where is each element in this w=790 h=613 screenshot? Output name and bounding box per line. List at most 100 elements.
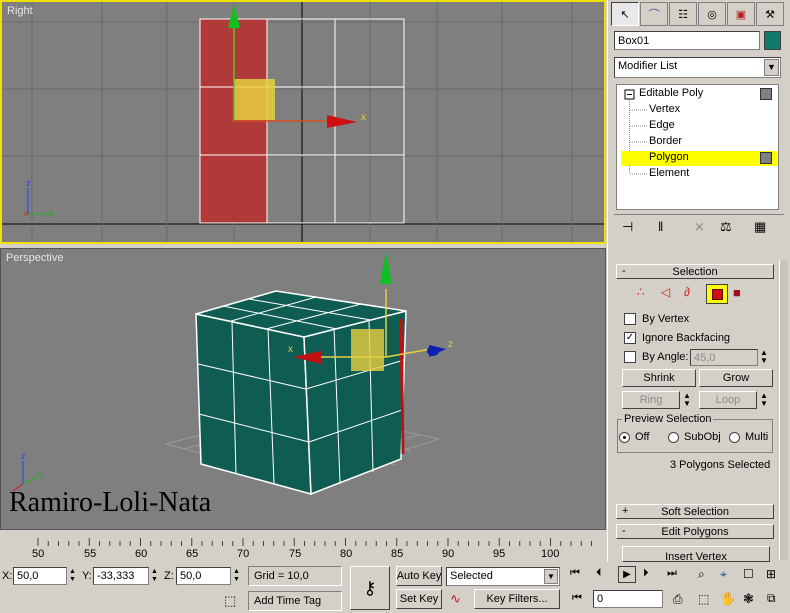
selection-rollout-header[interactable]: - Selection: [616, 264, 774, 279]
goto-start-icon[interactable]: ⏮: [570, 567, 580, 580]
stack-item-vertex[interactable]: Vertex: [649, 103, 680, 115]
region-zoom-icon[interactable]: ⬚: [698, 592, 709, 606]
by-angle-checkbox[interactable]: [624, 351, 636, 363]
ring-button[interactable]: Ring: [622, 391, 680, 409]
preview-multi-radio[interactable]: [729, 432, 740, 443]
polygon-select-icon[interactable]: [706, 284, 728, 304]
show-end-result-icon[interactable]: ‖: [658, 219, 663, 234]
by-angle-label: By Angle:: [642, 351, 689, 363]
panel-scrollbar[interactable]: [779, 260, 788, 560]
set-key-mode-button[interactable]: ⚷: [350, 566, 390, 610]
angle-spinner-arrows-icon[interactable]: ▲ ▼: [760, 349, 768, 365]
cube-front: [195, 313, 312, 495]
preview-off-radio[interactable]: [619, 432, 630, 443]
timeline-tick-95: 95: [493, 548, 506, 560]
time-config-icon[interactable]: ⎙: [673, 592, 683, 607]
zoom-extents-all-icon[interactable]: ⊞: [766, 567, 776, 581]
set-key-button[interactable]: Set Key: [396, 589, 442, 609]
add-time-tag-area[interactable]: Add Time Tag: [248, 591, 342, 611]
ignore-backfacing-checkbox[interactable]: ✓: [624, 332, 636, 344]
edge-select-icon[interactable]: ◁: [661, 285, 670, 299]
display-icon: ▣: [735, 8, 747, 21]
status-bar: X: 50,0 ▲ ▼ Y: -33,333 ▲ ▼ Z: 50,0 ▲ ▼ Grid…: [0, 562, 790, 613]
x-spinner-icon[interactable]: ▲ ▼: [69, 568, 76, 584]
pan-icon[interactable]: ✋: [720, 591, 736, 607]
soft-selection-rollout-header[interactable]: + Soft Selection: [616, 504, 774, 519]
key-filters-button[interactable]: Key Filters...: [474, 589, 560, 609]
grow-button[interactable]: Grow: [699, 369, 773, 387]
shrink-button[interactable]: Shrink: [622, 369, 696, 387]
chevron-down-icon[interactable]: ▼: [764, 59, 779, 76]
goto-end-icon[interactable]: ⏭: [667, 567, 677, 580]
element-select-icon[interactable]: ■: [733, 285, 741, 300]
stack-item-polygon[interactable]: Polygon: [649, 151, 689, 163]
stack-tree-lines: [624, 89, 647, 175]
ring-spinner-icon[interactable]: ▲ ▼: [683, 392, 691, 408]
pin-stack-icon[interactable]: ⊣: [622, 219, 633, 235]
chevron-down-icon[interactable]: ▼: [544, 569, 558, 584]
object-color-swatch[interactable]: [764, 31, 781, 50]
border-select-icon[interactable]: ∂: [684, 285, 690, 299]
modify-tab[interactable]: ⌒: [640, 2, 668, 26]
next-frame-icon[interactable]: ⏵: [643, 567, 649, 580]
preview-subobj-radio[interactable]: [668, 432, 679, 443]
modifier-stack[interactable]: [616, 84, 779, 210]
stack-item-element[interactable]: Element: [649, 167, 689, 179]
zoom-extents-icon[interactable]: ☐: [743, 567, 754, 581]
modifier-list-label: Modifier List: [618, 60, 678, 72]
make-unique-icon[interactable]: ⨯: [694, 219, 705, 235]
y-spinner-icon[interactable]: ▲ ▼: [151, 568, 158, 584]
time-tag-icon[interactable]: ⬚: [224, 593, 236, 609]
vertex-select-icon[interactable]: ∴: [637, 285, 645, 299]
play-button[interactable]: ▶: [618, 566, 636, 583]
utilities-tab[interactable]: ⚒: [756, 2, 784, 26]
stack-item-border[interactable]: Border: [649, 135, 682, 147]
selection-status-text: 3 Polygons Selected: [670, 459, 771, 471]
edit-polygons-rollout-header[interactable]: - Edit Polygons: [616, 524, 774, 539]
zoom-icon[interactable]: ⌕: [698, 567, 705, 582]
z-coord-field[interactable]: 50,0: [176, 567, 231, 585]
timeline-tick-100: 100: [541, 548, 560, 560]
modifier-list-dropdown[interactable]: Modifier List ▼: [614, 57, 781, 78]
orbit-icon[interactable]: ❃: [743, 591, 754, 607]
configure-sets-icon[interactable]: ▦: [754, 219, 766, 235]
key-mode-toggle-icon[interactable]: ⏮: [572, 592, 582, 605]
loop-button[interactable]: Loop: [699, 391, 757, 409]
timeline[interactable]: 50 55 60 65 70 75 80 85 90 95 100: [0, 532, 607, 562]
motion-tab[interactable]: ◎: [698, 2, 726, 26]
curve-editor-icon[interactable]: ∿: [450, 591, 461, 607]
viewport-label-perspective[interactable]: Perspective: [6, 252, 63, 264]
selection-set-dropdown[interactable]: Selected ▼: [446, 567, 560, 586]
stack-item-edge[interactable]: Edge: [649, 119, 675, 131]
angle-spinner-field[interactable]: 45,0: [690, 349, 758, 366]
auto-key-button[interactable]: Auto Key: [396, 566, 442, 586]
prev-frame-icon[interactable]: ⏴: [596, 567, 602, 580]
loop-spinner-icon[interactable]: ▲ ▼: [760, 392, 768, 408]
watermark-text: Ramiro-Loli-Nata: [9, 487, 212, 518]
zoom-all-icon[interactable]: ⌖: [720, 567, 727, 582]
stack-item-polygon-highlight: [621, 151, 777, 166]
display-tab[interactable]: ▣: [727, 2, 755, 26]
stack-item-polygon-icon: [760, 152, 772, 164]
stack-item-editable-poly[interactable]: Editable Poly: [639, 87, 703, 99]
soft-selection-title: Soft Selection: [661, 505, 729, 518]
by-vertex-checkbox[interactable]: [624, 313, 636, 325]
y-coord-field[interactable]: -33,333: [93, 567, 149, 585]
remove-modifier-icon[interactable]: ⚖: [720, 219, 732, 235]
object-name-field[interactable]: [614, 31, 760, 50]
timeline-tick-70: 70: [237, 548, 250, 560]
perspective-viewport[interactable]: Perspective x z z y Ramiro-Loli-Nata: [0, 248, 606, 530]
current-frame-field[interactable]: 0: [593, 590, 663, 608]
bend-icon: ⌒: [648, 9, 660, 21]
insert-vertex-button[interactable]: Insert Vertex: [622, 546, 770, 562]
z-spinner-icon[interactable]: ▲ ▼: [233, 568, 240, 584]
hierarchy-tab[interactable]: ☷: [669, 2, 697, 26]
x-coord-field[interactable]: 50,0: [13, 567, 67, 585]
create-tab[interactable]: ↖: [611, 2, 639, 26]
gizmo-x-label-persp: x: [288, 344, 293, 355]
maximize-viewport-icon[interactable]: ⧉: [767, 591, 776, 606]
viewport-label-right[interactable]: Right: [7, 5, 33, 17]
timeline-tick-90: 90: [442, 548, 455, 560]
preview-off-label: Off: [635, 431, 650, 443]
right-viewport[interactable]: Right x z x y: [0, 0, 606, 244]
